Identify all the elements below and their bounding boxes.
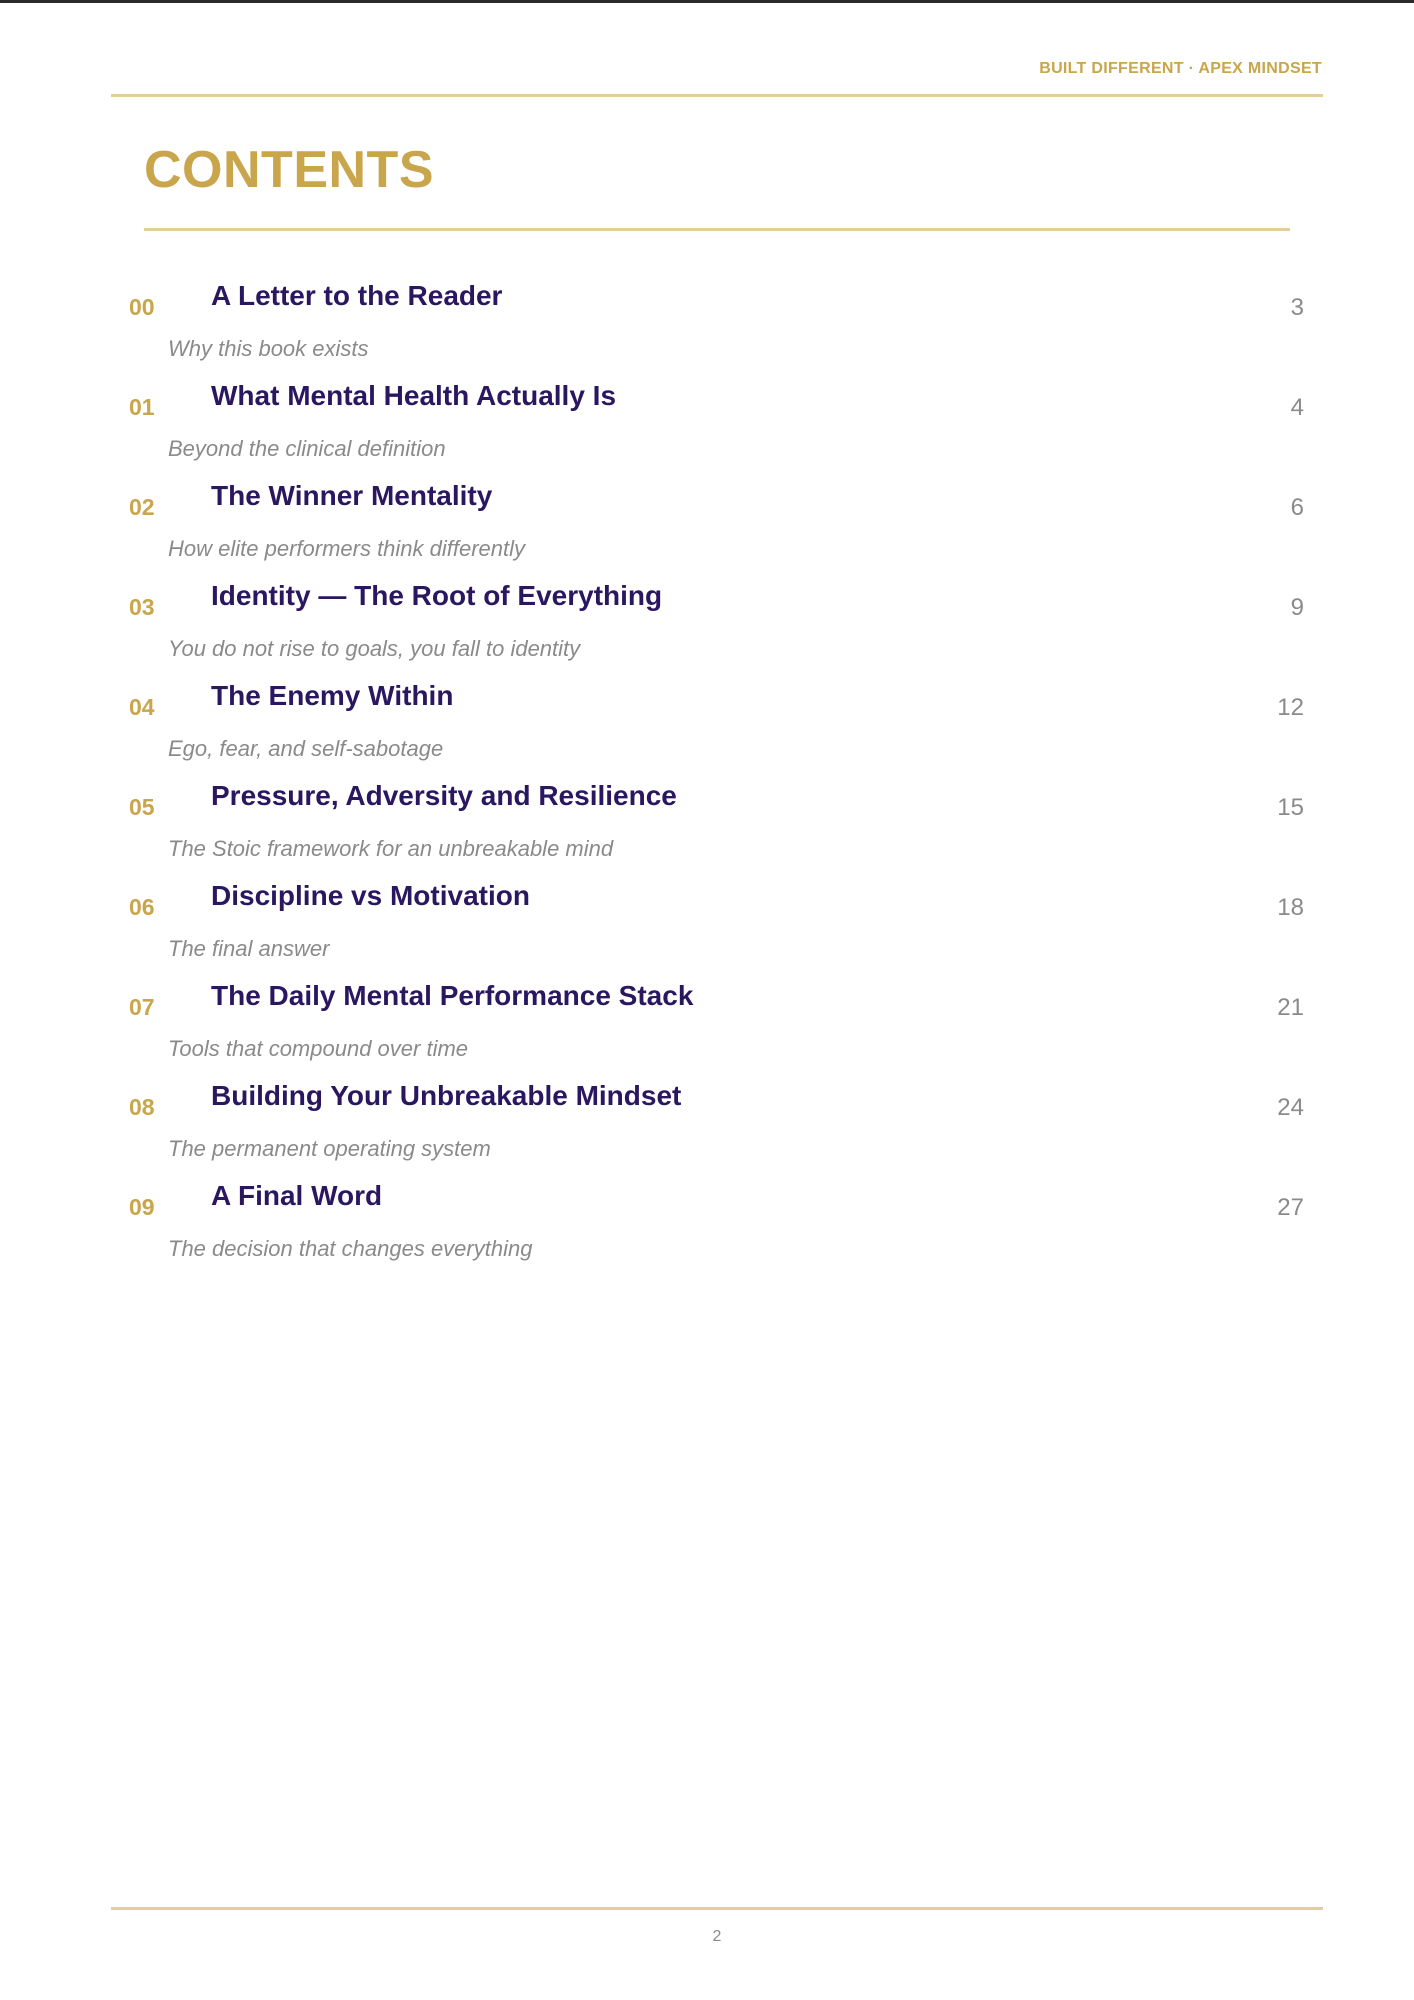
toc-chapter-title[interactable]: The Enemy Within — [211, 680, 453, 712]
toc-entry-01[interactable]: 01 What Mental Health Actually Is Beyond… — [0, 370, 1414, 470]
toc-chapter-number: 06 — [129, 894, 155, 920]
toc-entry-04[interactable]: 04 The Enemy Within Ego, fear, and self-… — [0, 670, 1414, 770]
toc-page-number: 27 — [1277, 1194, 1304, 1221]
toc-page-number: 24 — [1277, 1094, 1304, 1121]
toc-chapter-number: 00 — [129, 294, 155, 320]
footer-divider — [111, 1907, 1323, 1910]
toc-chapter-number: 09 — [129, 1194, 155, 1220]
toc-chapter-title[interactable]: What Mental Health Actually Is — [211, 380, 616, 412]
toc-chapter-subtitle: You do not rise to goals, you fall to id… — [168, 636, 581, 661]
toc-chapter-subtitle: The final answer — [168, 936, 330, 961]
contents-title: CONTENTS — [144, 141, 434, 199]
toc-chapter-number: 01 — [129, 394, 155, 420]
toc-chapter-number: 08 — [129, 1094, 155, 1120]
page-number: 2 — [712, 1928, 722, 1945]
toc-entry-06[interactable]: 06 Discipline vs Motivation The final an… — [0, 870, 1414, 970]
toc-page-number: 4 — [1290, 394, 1304, 421]
toc-chapter-title[interactable]: A Letter to the Reader — [211, 280, 502, 312]
toc-chapter-title[interactable]: Discipline vs Motivation — [211, 880, 530, 912]
toc-chapter-title[interactable]: The Winner Mentality — [211, 480, 492, 512]
header-divider — [111, 94, 1323, 97]
toc-chapter-title[interactable]: Building Your Unbreakable Mindset — [211, 1080, 681, 1112]
toc-chapter-title[interactable]: A Final Word — [211, 1180, 382, 1212]
toc-chapter-subtitle: Ego, fear, and self-sabotage — [168, 736, 444, 761]
toc-entry-07[interactable]: 07 The Daily Mental Performance Stack To… — [0, 970, 1414, 1070]
title-divider — [144, 228, 1290, 231]
toc-page-number: 9 — [1290, 594, 1304, 621]
toc-chapter-subtitle: Tools that compound over time — [168, 1036, 469, 1061]
toc-chapter-subtitle: Beyond the clinical definition — [168, 436, 446, 461]
toc-chapter-title[interactable]: The Daily Mental Performance Stack — [211, 980, 693, 1012]
table-of-contents: 00 A Letter to the Reader Why this book … — [0, 270, 1414, 1270]
toc-chapter-number: 07 — [129, 994, 155, 1020]
toc-chapter-subtitle: Why this book exists — [168, 336, 369, 361]
toc-chapter-number: 03 — [129, 594, 155, 620]
toc-chapter-subtitle: How elite performers think differently — [168, 536, 526, 561]
toc-entry-03[interactable]: 03 Identity — The Root of Everything You… — [0, 570, 1414, 670]
top-border-rule — [0, 0, 1414, 3]
toc-page-number: 15 — [1277, 794, 1304, 821]
toc-chapter-subtitle: The permanent operating system — [168, 1136, 491, 1161]
toc-chapter-number: 05 — [129, 794, 155, 820]
toc-chapter-number: 04 — [129, 694, 155, 720]
toc-entry-00[interactable]: 00 A Letter to the Reader Why this book … — [0, 270, 1414, 370]
toc-page-number: 12 — [1277, 694, 1304, 721]
toc-page-number: 6 — [1290, 494, 1304, 521]
toc-entry-09[interactable]: 09 A Final Word The decision that change… — [0, 1170, 1414, 1270]
toc-entry-08[interactable]: 08 Building Your Unbreakable Mindset The… — [0, 1070, 1414, 1170]
toc-chapter-subtitle: The Stoic framework for an unbreakable m… — [168, 836, 614, 861]
toc-page-number: 21 — [1277, 994, 1304, 1021]
toc-page-number: 3 — [1290, 294, 1304, 321]
toc-chapter-title[interactable]: Pressure, Adversity and Resilience — [211, 780, 677, 812]
toc-page-number: 18 — [1277, 894, 1304, 921]
toc-entry-05[interactable]: 05 Pressure, Adversity and Resilience Th… — [0, 770, 1414, 870]
toc-chapter-title[interactable]: Identity — The Root of Everything — [211, 580, 662, 612]
running-header: BUILT DIFFERENT · APEX MINDSET — [1039, 60, 1322, 77]
toc-entry-02[interactable]: 02 The Winner Mentality How elite perfor… — [0, 470, 1414, 570]
toc-chapter-subtitle: The decision that changes everything — [168, 1236, 533, 1261]
toc-chapter-number: 02 — [129, 494, 155, 520]
